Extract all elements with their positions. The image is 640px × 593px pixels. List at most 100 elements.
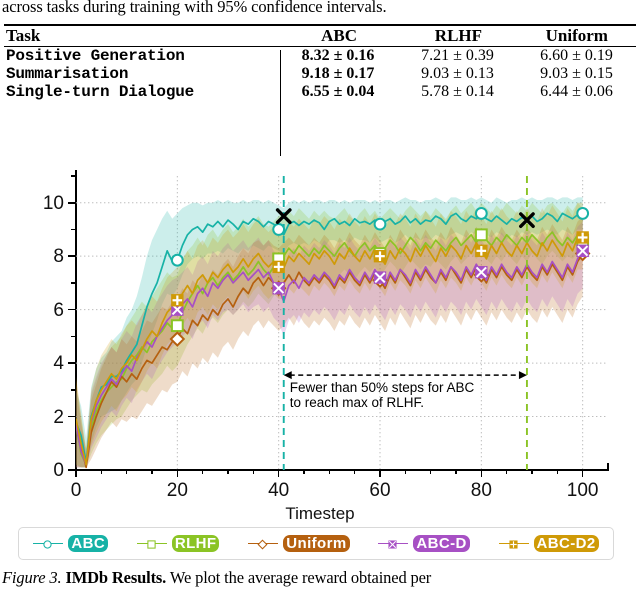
- y-axis-title: Reward: [0, 288, 4, 348]
- table-row: Summarisation 9.18 ± 0.17 9.03 ± 0.13 9.…: [4, 65, 636, 83]
- x-minor-tick: [353, 469, 356, 474]
- y-minor-tick: [71, 442, 76, 444]
- legend-label-rlhf: RLHF: [171, 535, 220, 552]
- cell-uniform: 6.44 ± 0.06: [540, 83, 613, 101]
- legend-glyph-icon: [43, 539, 53, 549]
- legend-marker-rlhf-icon: [136, 537, 167, 551]
- legend-marker-abc-d2-icon: [498, 537, 529, 551]
- caption-text: We plot the average reward obtained per: [169, 568, 432, 587]
- x-minor-tick: [455, 469, 457, 474]
- x-minor-tick: [100, 469, 103, 474]
- annotation-line-2: to reach max of RLHF.: [289, 395, 425, 411]
- x-minor-tick: [429, 469, 432, 474]
- x-minor-tick: [556, 469, 559, 474]
- legend-label-abc: ABC: [68, 535, 109, 552]
- legend-glyph-icon: [508, 539, 518, 549]
- x-minor-tick: [531, 469, 533, 474]
- y-tick-10: [68, 201, 76, 204]
- x-minor-tick: [227, 469, 229, 474]
- column-header-abc: ABC: [321, 26, 357, 45]
- x-tick-label-60: 60: [369, 480, 391, 501]
- results-table-body: Positive Generation 8.32 ± 0.16 7.21 ± 0…: [4, 47, 636, 101]
- body-text-above-table: across tasks during training with 95% co…: [2, 0, 387, 16]
- cell-rlhf: 7.21 ± 0.39: [421, 47, 494, 65]
- annotation-line-1: Fewer than 50% steps for ABC: [289, 380, 475, 396]
- y-tick-label-4: 4: [53, 353, 64, 375]
- legend-glyph-icon: [147, 539, 156, 549]
- legend-label-abc-d2: ABC-D2: [533, 535, 599, 552]
- y-minor-tick: [71, 175, 76, 177]
- cell-rlhf: 9.03 ± 0.13: [421, 65, 494, 83]
- cell-task: Single-turn Dialogue: [6, 83, 195, 102]
- x-minor-tick: [505, 469, 508, 474]
- y-tick-label-8: 8: [53, 246, 64, 268]
- figure-caption: Figure 3. IMDb Results. We plot the aver…: [2, 568, 640, 588]
- x-minor-tick: [252, 469, 255, 474]
- x-minor-tick: [151, 469, 153, 474]
- y-minor-tick: [71, 335, 76, 338]
- x-tick-40: [277, 469, 280, 477]
- x-tick-60: [379, 469, 381, 477]
- results-table-container: Task ABC RLHF Uniform Positive Generatio…: [4, 24, 636, 156]
- x-tick-label-80: 80: [470, 480, 492, 501]
- cell-uniform: 6.60 ± 0.19: [540, 47, 613, 65]
- legend-marker-uniform-icon: [248, 537, 279, 551]
- y-tick-label-0: 0: [53, 460, 64, 481]
- column-header-uniform: Uniform: [545, 26, 608, 45]
- plot-area: [75, 176, 608, 470]
- y-tick-label-2: 2: [53, 406, 64, 428]
- table-row: Positive Generation 8.32 ± 0.16 7.21 ± 0…: [4, 47, 636, 65]
- y-tick-label-10: 10: [42, 192, 64, 214]
- x-tick-label-100: 100: [566, 480, 599, 501]
- x-tick-80: [480, 469, 483, 477]
- x-tick-label-0: 0: [70, 480, 82, 501]
- caption-title: IMDb Results.: [65, 568, 167, 587]
- x-minor-tick: [125, 469, 128, 474]
- x-tick-20: [176, 469, 179, 477]
- x-tick-label-20: 20: [166, 480, 188, 501]
- legend-marker-abc-d-icon: [378, 537, 409, 551]
- cell-abc: 8.32 ± 0.16: [301, 47, 375, 65]
- cell-abc: 6.55 ± 0.04: [301, 83, 375, 101]
- results-table: Task ABC RLHF Uniform: [4, 26, 636, 46]
- y-tick-8: [68, 255, 76, 257]
- column-header-task: Task: [6, 26, 41, 45]
- legend-glyph-icon: [388, 539, 397, 549]
- x-tick-label-40: 40: [268, 480, 290, 501]
- legend-item-abc-d[interactable]: ABC-D: [378, 535, 470, 552]
- y-tick-2: [68, 415, 76, 418]
- plot-svg: [75, 176, 608, 470]
- legend-marker-abc-icon: [33, 537, 64, 551]
- legend-item-abc-d2[interactable]: ABC-D2: [498, 535, 599, 552]
- legend-glyph-icon: [257, 538, 268, 550]
- chart-legend: ABC RLHF Uniform ABC-D ABC-D2: [18, 527, 614, 560]
- y-tick-label-6: 6: [53, 299, 64, 321]
- y-minor-tick: [71, 282, 76, 284]
- cell-uniform: 9.03 ± 0.15: [540, 65, 613, 83]
- cell-task: Positive Generation: [6, 47, 185, 66]
- cell-task: Summarisation: [6, 65, 129, 84]
- legend-label-uniform: Uniform: [283, 535, 350, 552]
- table-row: Single-turn Dialogue 6.55 ± 0.04 5.78 ± …: [4, 83, 636, 101]
- x-tick-0: [75, 469, 77, 477]
- y-tick-4: [68, 362, 76, 364]
- y-minor-tick: [71, 389, 76, 391]
- x-minor-tick: [201, 469, 204, 474]
- imdb-reward-chart: 0 2 4 6 8 10 0 20 40 60 80 100 Reward Timestep Fewe…: [0, 160, 640, 565]
- legend-label-abc-d: ABC-D: [413, 535, 470, 552]
- column-header-rlhf: RLHF: [434, 26, 483, 45]
- legend-item-abc[interactable]: ABC: [33, 535, 109, 552]
- table-header-row: Task ABC RLHF Uniform: [4, 26, 636, 46]
- x-tick-100: [581, 469, 584, 477]
- y-minor-tick: [71, 228, 76, 231]
- cell-abc: 9.18 ± 0.17: [301, 65, 375, 83]
- x-minor-tick: [404, 469, 407, 474]
- caption-number: Figure 3.: [2, 568, 62, 587]
- x-minor-tick: [328, 469, 331, 474]
- x-minor-tick: [303, 469, 305, 474]
- figure-page: across tasks during training with 95% co…: [0, 0, 640, 593]
- legend-item-uniform[interactable]: Uniform: [248, 535, 350, 552]
- table-column-separator: [280, 50, 282, 156]
- legend-item-rlhf[interactable]: RLHF: [136, 535, 220, 552]
- y-tick-6: [68, 308, 76, 311]
